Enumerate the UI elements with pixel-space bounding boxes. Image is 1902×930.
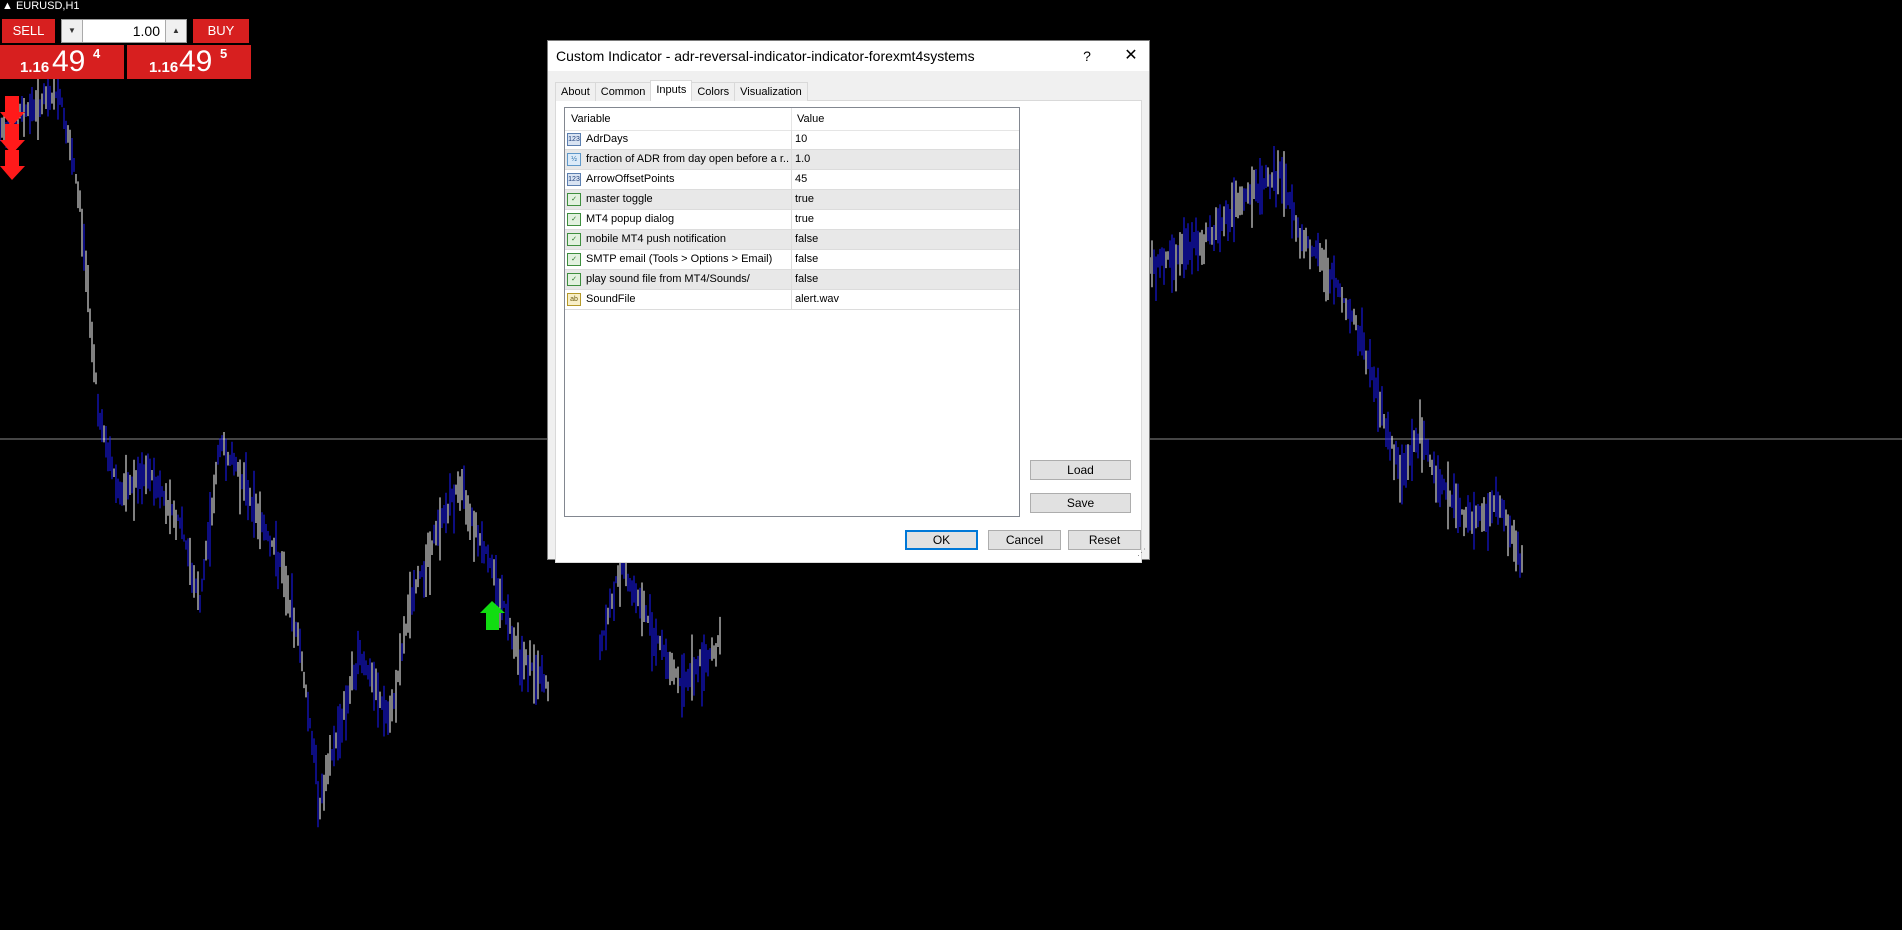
buy-price-fraction: 5 — [220, 46, 228, 61]
cancel-button[interactable]: Cancel — [988, 530, 1061, 550]
save-button[interactable]: Save — [1030, 493, 1131, 513]
variable-value[interactable]: false — [795, 273, 818, 285]
table-row[interactable]: ab SoundFile alert.wav — [565, 290, 1019, 310]
int-icon: 123 — [567, 173, 581, 186]
tab-common[interactable]: Common — [594, 82, 652, 101]
grid-header: Variable Value — [565, 108, 1019, 131]
custom-indicator-dialog: Custom Indicator - adr-reversal-indicato… — [547, 40, 1150, 563]
variable-name: play sound file from MT4/Sounds/ — [586, 273, 750, 285]
column-header-variable[interactable]: Variable — [571, 113, 611, 125]
variable-value[interactable]: false — [795, 233, 818, 245]
lot-size-stepper[interactable]: ▼ 1.00 ▲ — [61, 19, 187, 43]
variable-value[interactable]: 1.0 — [795, 153, 810, 165]
load-button[interactable]: Load — [1030, 460, 1131, 480]
table-row[interactable]: ✓ play sound file from MT4/Sounds/ false — [565, 270, 1019, 290]
int-icon: 123 — [567, 133, 581, 146]
tab-inputs[interactable]: Inputs — [650, 80, 693, 101]
variable-name: AdrDays — [586, 133, 629, 145]
table-row[interactable]: 123 ArrowOffsetPoints 45 — [565, 170, 1019, 190]
table-row[interactable]: 123 AdrDays 10 — [565, 130, 1019, 150]
resize-grip-icon[interactable]: ⋰ — [1137, 547, 1147, 557]
lot-increase-icon[interactable]: ▲ — [165, 20, 186, 42]
variable-name: MT4 popup dialog — [586, 213, 675, 225]
string-icon: ab — [567, 293, 581, 306]
close-icon[interactable]: ✕ — [1118, 45, 1144, 67]
variable-name: ArrowOffsetPoints — [586, 173, 675, 185]
variable-value[interactable]: alert.wav — [795, 293, 839, 305]
variable-value[interactable]: false — [795, 253, 818, 265]
sell-price-quote[interactable]: 1.16 49 4 — [0, 45, 124, 79]
dialog-title: Custom Indicator - adr-reversal-indicato… — [556, 48, 975, 64]
sell-button[interactable]: SELL — [2, 19, 55, 43]
bool-icon: ✓ — [567, 273, 581, 286]
tab-about[interactable]: About — [555, 82, 596, 101]
table-row[interactable]: ½ fraction of ADR from day open before a… — [565, 150, 1019, 170]
variable-name: SoundFile — [586, 293, 636, 305]
bool-icon: ✓ — [567, 213, 581, 226]
sell-price-fraction: 4 — [93, 46, 101, 61]
buy-price-pips: 49 — [179, 45, 213, 78]
grid-rows: 123 AdrDays 10 ½ fraction of ADR from da… — [565, 130, 1019, 310]
buy-price-quote[interactable]: 1.16 49 5 — [127, 45, 251, 79]
lot-decrease-icon[interactable]: ▼ — [62, 20, 83, 42]
buy-arrow-marker — [480, 601, 505, 630]
one-click-trading-panel: SELL ▼ 1.00 ▲ BUY 1.16 49 4 1.16 49 5 — [0, 17, 251, 79]
variable-name: fraction of ADR from day open before a r… — [586, 153, 789, 165]
dialog-titlebar[interactable]: Custom Indicator - adr-reversal-indicato… — [548, 41, 1149, 71]
double-icon: ½ — [567, 153, 581, 166]
buy-price-prefix: 1.16 — [149, 59, 179, 76]
tab-visualization[interactable]: Visualization — [734, 82, 808, 101]
variable-name: master toggle — [586, 193, 653, 205]
variable-value[interactable]: true — [795, 213, 814, 225]
variable-value[interactable]: true — [795, 193, 814, 205]
variable-value[interactable]: 45 — [795, 173, 807, 185]
bool-icon: ✓ — [567, 233, 581, 246]
dialog-tabs: About Common Inputs Colors Visualization — [555, 80, 808, 101]
variable-name: SMTP email (Tools > Options > Email) — [586, 253, 773, 265]
variable-value[interactable]: 10 — [795, 133, 807, 145]
inputs-grid: Variable Value 123 AdrDays 10 ½ fraction… — [564, 107, 1020, 517]
tab-colors[interactable]: Colors — [691, 82, 736, 101]
ok-button[interactable]: OK — [905, 530, 978, 550]
column-header-value[interactable]: Value — [797, 113, 824, 125]
bool-icon: ✓ — [567, 253, 581, 266]
table-row[interactable]: ✓ SMTP email (Tools > Options > Email) f… — [565, 250, 1019, 270]
bool-icon: ✓ — [567, 193, 581, 206]
variable-name: mobile MT4 push notification — [586, 233, 727, 245]
buy-button[interactable]: BUY — [193, 19, 249, 43]
reset-button[interactable]: Reset — [1068, 530, 1141, 550]
table-row[interactable]: ✓ master toggle true — [565, 190, 1019, 210]
symbol-text: EURUSD,H1 — [15, 0, 80, 12]
chart-symbol-label: ▲ EURUSD,H1 — [2, 0, 80, 12]
help-icon[interactable]: ? — [1075, 45, 1099, 67]
lot-size-value[interactable]: 1.00 — [133, 20, 160, 42]
table-row[interactable]: ✓ MT4 popup dialog true — [565, 210, 1019, 230]
sell-price-prefix: 1.16 — [20, 59, 50, 76]
sell-price-pips: 49 — [52, 45, 86, 78]
table-row[interactable]: ✓ mobile MT4 push notification false — [565, 230, 1019, 250]
